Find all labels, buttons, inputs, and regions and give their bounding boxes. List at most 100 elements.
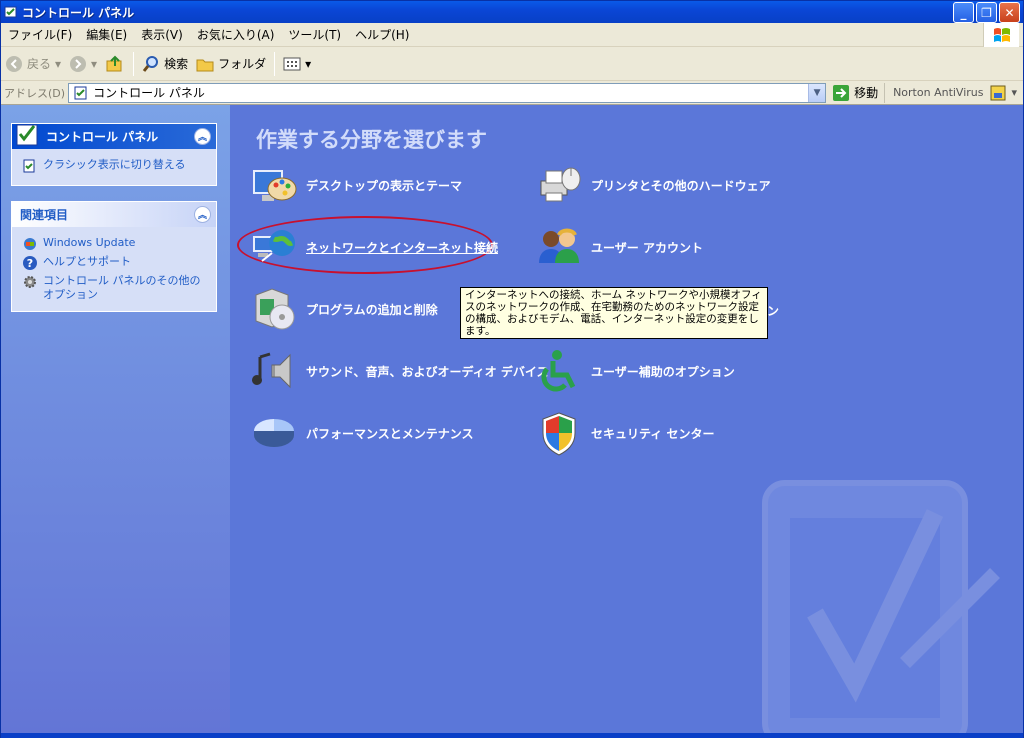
pie-chart-icon [254, 419, 294, 447]
svg-text:?: ? [27, 257, 33, 270]
category-add-remove-programs[interactable]: プログラムの追加と削除 [250, 285, 438, 333]
accessibility-icon [541, 350, 576, 392]
category-label: デスクトップの表示とテーマ [306, 178, 463, 193]
views-button[interactable]: ▾ [279, 50, 315, 78]
category-label: サウンド、音声、およびオーディオ デバイス [306, 364, 549, 379]
back-arrow-icon [6, 55, 22, 72]
collapse-chevron-icon[interactable]: ︽ [194, 128, 211, 145]
go-arrow-icon [833, 84, 850, 101]
category-label: ユーザー補助のオプション [591, 364, 735, 379]
toolbar-separator [133, 51, 135, 76]
shield-icon [542, 412, 576, 456]
window-title: コントロール パネル [22, 5, 135, 20]
see-also-task-box: 関連項目 ︽ Windows Update ? ヘルプとサポート コントロール … [11, 201, 217, 312]
category-printers-hardware[interactable]: プリンタとその他のハードウェア [535, 161, 771, 209]
back-label: 戻る [27, 57, 52, 71]
up-folder-button[interactable] [101, 50, 129, 78]
category-appearance-themes[interactable]: デスクトップの表示とテーマ [250, 161, 462, 209]
views-dropdown-icon: ▾ [305, 56, 312, 71]
control-panel-watermark-icon [762, 480, 1000, 733]
category-accessibility[interactable]: ユーザー補助のオプション [535, 347, 735, 395]
category-label: ユーザー アカウント [591, 240, 703, 255]
category-label: セキュリティ センター [591, 426, 715, 441]
category-label: プリンタとその他のハードウェア [591, 178, 771, 193]
address-bar: アドレス(D) コントロール パネル ▼ 移動 Norton AntiVirus… [1, 81, 1023, 105]
palette-icon [253, 170, 297, 201]
gear-icon [24, 276, 36, 288]
go-button[interactable]: 移動 [826, 84, 884, 102]
menu-help[interactable]: ヘルプ(H) [348, 26, 416, 43]
control-panel-icon [4, 6, 17, 18]
toolbar-separator [274, 51, 276, 76]
users-icon [539, 228, 579, 263]
program-box-icon [255, 288, 295, 330]
search-label: 検索 [164, 57, 189, 71]
windows-update-link[interactable]: Windows Update [22, 236, 206, 252]
address-value: コントロール パネル [93, 86, 205, 100]
see-also-title: 関連項目 [20, 208, 69, 222]
menu-favorites[interactable]: お気に入り(A) [190, 26, 282, 43]
norton-dropdown-icon[interactable]: ▾ [1012, 86, 1018, 99]
switch-to-classic-view-link[interactable]: クラシック表示に切り替える [22, 158, 206, 174]
category-view: 作業する分野を選びます デスクトップの表示とテーマ プリンタとその他のハードウェ… [230, 105, 1023, 733]
norton-label: Norton AntiVirus [893, 86, 984, 99]
close-button[interactable]: ✕ [999, 2, 1020, 23]
category-sounds-audio[interactable]: サウンド、音声、およびオーディオ デバイス [250, 347, 549, 395]
switch-to-classic-view-label: クラシック表示に切り替える [43, 158, 186, 171]
folder-up-icon [106, 55, 122, 71]
classic-view-icon [23, 159, 35, 173]
category-label: プログラムの追加と削除 [306, 302, 438, 317]
other-control-panel-options-label: コントロール パネルのその他のオプション [43, 274, 201, 301]
network-globe-icon [253, 230, 295, 262]
printer-icon [540, 167, 581, 202]
category-label: パフォーマンスとメンテナンス [306, 426, 474, 441]
menu-file[interactable]: ファイル(F) [1, 26, 79, 43]
windows-logo-icon [983, 23, 1019, 47]
folder-icon [196, 59, 214, 71]
back-dropdown-icon[interactable]: ▾ [55, 57, 61, 71]
address-input[interactable]: コントロール パネル ▼ [68, 82, 827, 103]
category-network-internet[interactable]: ネットワークとインターネット接続 [250, 223, 498, 271]
address-label: アドレス(D) [4, 86, 66, 100]
category-performance-maintenance[interactable]: パフォーマンスとメンテナンス [250, 409, 474, 457]
norton-antivirus-toolbar[interactable]: Norton AntiVirus ▾ [884, 82, 1018, 103]
sound-speaker-icon [252, 352, 291, 389]
other-control-panel-options-link[interactable]: コントロール パネルのその他のオプション [22, 274, 206, 302]
address-dropdown-button[interactable]: ▼ [808, 83, 826, 102]
restore-button[interactable]: ❐ [976, 2, 997, 23]
menu-view[interactable]: 表示(V) [134, 26, 190, 43]
menu-edit[interactable]: 編集(E) [79, 26, 134, 43]
search-button[interactable]: 検索 [138, 50, 192, 78]
title-bar[interactable]: コントロール パネル _ ❐ ✕ [1, 1, 1023, 23]
menu-tools[interactable]: ツール(T) [281, 26, 348, 43]
category-user-accounts[interactable]: ユーザー アカウント [535, 223, 703, 271]
control-panel-task-box: コントロール パネル ︽ クラシック表示に切り替える [11, 123, 217, 186]
forward-arrow-icon [70, 55, 87, 72]
category-label: ネットワークとインターネット接続 [306, 240, 499, 255]
go-label: 移動 [854, 86, 879, 100]
control-panel-icon [74, 86, 87, 99]
forward-button[interactable]: ▾ [65, 50, 101, 78]
help-icon: ? [23, 256, 37, 270]
control-panel-task-header[interactable]: コントロール パネル ︽ [12, 124, 216, 149]
standard-toolbar: 戻る ▾ ▾ 検索 フォルダ ▾ [1, 47, 1023, 81]
task-pane: コントロール パネル ︽ クラシック表示に切り替える 関連項目 ︽ Window… [1, 105, 230, 733]
page-title: 作業する分野を選びます [256, 128, 487, 152]
back-button[interactable]: 戻る ▾ [1, 50, 65, 78]
help-and-support-label: ヘルプとサポート [43, 255, 131, 268]
control-panel-task-title: コントロール パネル [46, 130, 159, 144]
folders-label: フォルダ [218, 57, 267, 71]
views-icon [283, 57, 301, 70]
menu-bar: ファイル(F) 編集(E) 表示(V) お気に入り(A) ツール(T) ヘルプ(… [1, 23, 1023, 47]
forward-dropdown-icon[interactable]: ▾ [91, 57, 97, 71]
network-tooltip: インターネットへの接続、ホーム ネットワークや小規模オフィスのネットワークの作成… [460, 287, 768, 339]
minimize-button[interactable]: _ [953, 2, 974, 23]
windows-update-label: Windows Update [43, 236, 136, 249]
category-security-center[interactable]: セキュリティ センター [535, 409, 714, 457]
search-icon [142, 55, 159, 72]
folders-button[interactable]: フォルダ [192, 50, 270, 78]
help-and-support-link[interactable]: ? ヘルプとサポート [22, 255, 206, 271]
collapse-chevron-icon[interactable]: ︽ [194, 206, 211, 223]
see-also-header[interactable]: 関連項目 ︽ [12, 202, 216, 227]
control-panel-icon [16, 124, 38, 145]
